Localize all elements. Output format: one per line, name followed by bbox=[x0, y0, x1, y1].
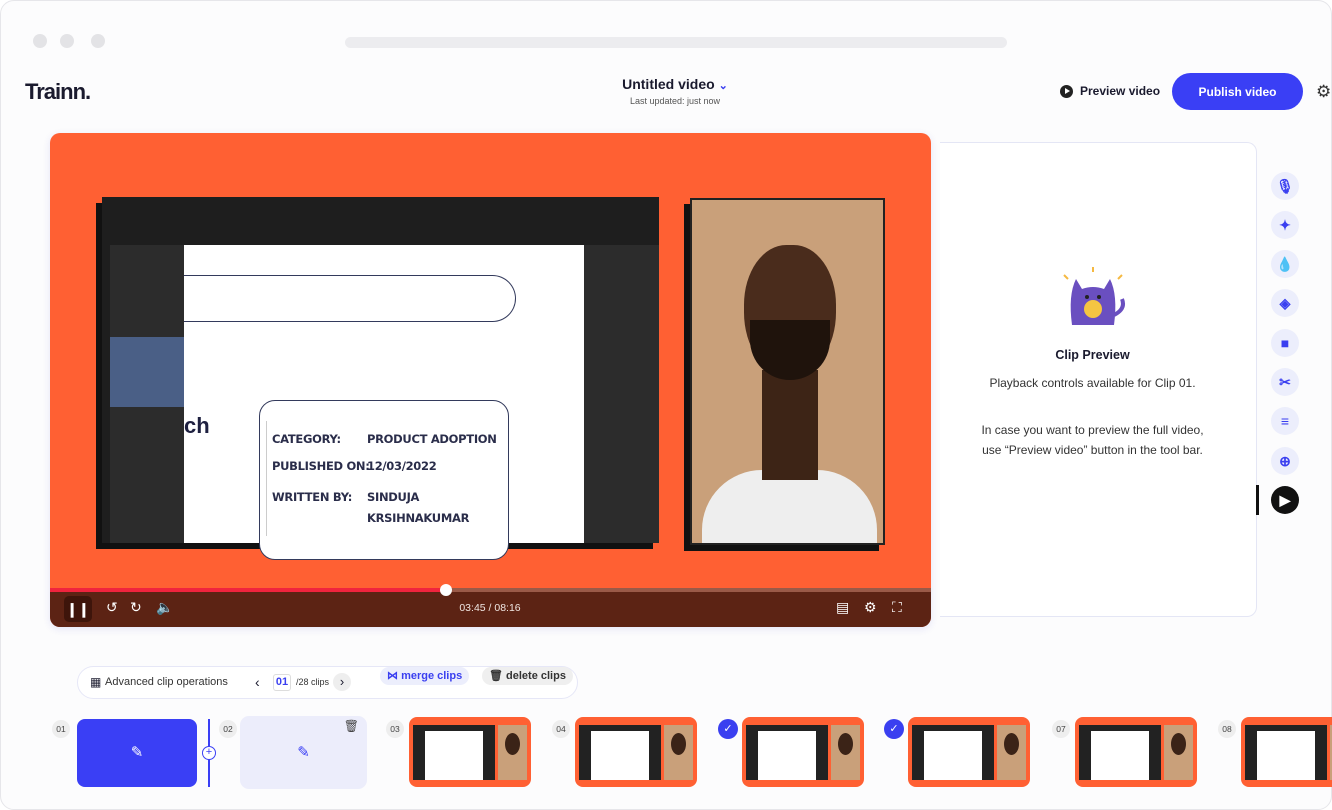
published-value: 12/03/2022 bbox=[367, 459, 437, 473]
clip-operations-bar: ▦ Advanced clip operations ‹ 01 /28 clip… bbox=[77, 666, 578, 699]
blur-icon[interactable]: 💧 bbox=[1271, 250, 1299, 278]
volume-icon[interactable]: 🔈 bbox=[156, 599, 173, 616]
clip-thumbnail[interactable] bbox=[409, 717, 531, 787]
forward-5-icon[interactable]: ↻ bbox=[130, 599, 142, 616]
next-clip-button[interactable]: › bbox=[333, 673, 351, 691]
settings-gear-icon[interactable]: ⚙ bbox=[1316, 82, 1331, 102]
pause-button[interactable]: ❙❙ bbox=[64, 596, 92, 622]
chevron-down-icon: ⌄ bbox=[718, 80, 728, 92]
screen-recording: ch CATEGORY: PRODUCT ADOPTION PUBLISHED … bbox=[102, 197, 659, 560]
publish-video-button[interactable]: Publish video bbox=[1172, 73, 1303, 110]
preview-video-button[interactable]: Preview video bbox=[1060, 84, 1160, 98]
webcam-feed bbox=[690, 198, 885, 545]
fullscreen-icon[interactable]: ⛶ bbox=[892, 599, 902, 616]
panel-text-2: In case you want to preview the full vid… bbox=[981, 423, 1204, 457]
author-value: SINDUJA bbox=[367, 490, 420, 504]
clip-thumbnail[interactable] bbox=[742, 717, 864, 787]
delete-clips-button[interactable]: 🗑 delete clips bbox=[482, 667, 573, 685]
scissors-icon[interactable]: ✂ bbox=[1271, 368, 1299, 396]
advanced-clip-ops-label[interactable]: Advanced clip operations bbox=[105, 667, 228, 697]
align-icon[interactable]: ≡ bbox=[1271, 407, 1299, 435]
active-tool-indicator bbox=[1256, 485, 1259, 515]
clip-02-thumbnail[interactable]: ✎ 🗑 bbox=[240, 716, 367, 789]
seek-progress bbox=[50, 588, 447, 592]
panel-heading: Clip Preview bbox=[1055, 348, 1130, 362]
clip-ops-icon: ▦ bbox=[90, 675, 102, 689]
avatar-layout-icon[interactable]: ■ bbox=[1271, 329, 1299, 357]
captions-icon[interactable]: ▤ bbox=[836, 599, 849, 616]
blog-card: CATEGORY: PRODUCT ADOPTION PUBLISHED ON:… bbox=[259, 400, 509, 560]
category-value: PRODUCT ADOPTION bbox=[367, 432, 497, 446]
clip-thumbnail[interactable] bbox=[575, 717, 697, 787]
window-dot bbox=[60, 34, 74, 48]
clip-number: 04 bbox=[552, 720, 570, 738]
prev-clip-button[interactable]: ‹ bbox=[255, 667, 260, 697]
clip-number: 07 bbox=[1052, 720, 1070, 738]
zoom-in-icon[interactable]: ⊕ bbox=[1271, 447, 1299, 475]
merge-clips-button[interactable]: ⋈ merge clips bbox=[380, 667, 470, 685]
clip-01-thumbnail[interactable]: ✎ bbox=[77, 719, 197, 787]
clip-number: 01 bbox=[52, 720, 70, 738]
rewind-5-icon[interactable]: ↺ bbox=[106, 599, 118, 616]
clip-number: 08 bbox=[1218, 720, 1236, 738]
insert-clip-plus-icon[interactable]: + bbox=[202, 746, 216, 760]
published-label: PUBLISHED ON: bbox=[272, 459, 370, 473]
category-label: CATEGORY: bbox=[272, 432, 341, 446]
clip-number: 02 bbox=[219, 720, 237, 738]
merge-label: merge clips bbox=[401, 670, 463, 682]
video-player[interactable]: ch CATEGORY: PRODUCT ADOPTION PUBLISHED … bbox=[50, 133, 931, 627]
mic-icon[interactable]: 🎙 bbox=[1271, 172, 1299, 200]
window-dot bbox=[91, 34, 105, 48]
edit-pencil-icon[interactable]: ✎ bbox=[297, 744, 310, 761]
video-title: Untitled video bbox=[622, 76, 715, 92]
address-bar[interactable] bbox=[345, 37, 1007, 48]
clip-thumbnail[interactable] bbox=[1241, 717, 1332, 787]
time-display: 03:45 / 08:16 bbox=[459, 602, 521, 614]
logo: Trainn. bbox=[25, 79, 91, 104]
search-pill bbox=[184, 275, 516, 322]
clip-05-checked-icon[interactable]: ✓ bbox=[718, 719, 738, 739]
paint-bucket-icon[interactable]: ◈ bbox=[1271, 289, 1299, 317]
clip-thumbnail[interactable] bbox=[1075, 717, 1197, 787]
delete-label: delete clips bbox=[506, 670, 566, 682]
video-title-dropdown[interactable]: Untitled video ⌄ bbox=[560, 76, 790, 92]
author-value-line2: KRSIHNAKUMAR bbox=[367, 511, 470, 525]
window-dot bbox=[33, 34, 47, 48]
preview-label: Preview video bbox=[1080, 84, 1161, 98]
settings-icon[interactable]: ⚙ bbox=[864, 599, 877, 616]
clip-preview-panel: Clip Preview Playback controls available… bbox=[940, 142, 1257, 617]
clip-number: 03 bbox=[386, 720, 404, 738]
current-clip-input[interactable]: 01 bbox=[273, 674, 291, 691]
play-icon bbox=[1060, 84, 1073, 98]
inspect-panel bbox=[584, 245, 659, 543]
panel-text-1: Playback controls available for Clip 01. bbox=[989, 376, 1196, 390]
playback-icon[interactable]: ▶ bbox=[1271, 486, 1299, 514]
cat-illustration-icon bbox=[1063, 267, 1125, 325]
edit-pencil-icon[interactable]: ✎ bbox=[131, 744, 144, 761]
clip-06-checked-icon[interactable]: ✓ bbox=[884, 719, 904, 739]
magic-wand-icon[interactable]: ✦ bbox=[1271, 211, 1299, 239]
design-canvas: ch CATEGORY: PRODUCT ADOPTION PUBLISHED … bbox=[184, 245, 584, 560]
trash-icon[interactable]: 🗑 bbox=[344, 690, 359, 763]
author-label: WRITTEN BY: bbox=[272, 490, 353, 504]
clip-total: /28 clips bbox=[296, 677, 330, 687]
clip-thumbnail[interactable] bbox=[908, 717, 1030, 787]
selected-layers bbox=[110, 337, 184, 407]
last-updated: Last updated: just now bbox=[629, 96, 721, 106]
partial-heading: ch bbox=[184, 413, 210, 438]
